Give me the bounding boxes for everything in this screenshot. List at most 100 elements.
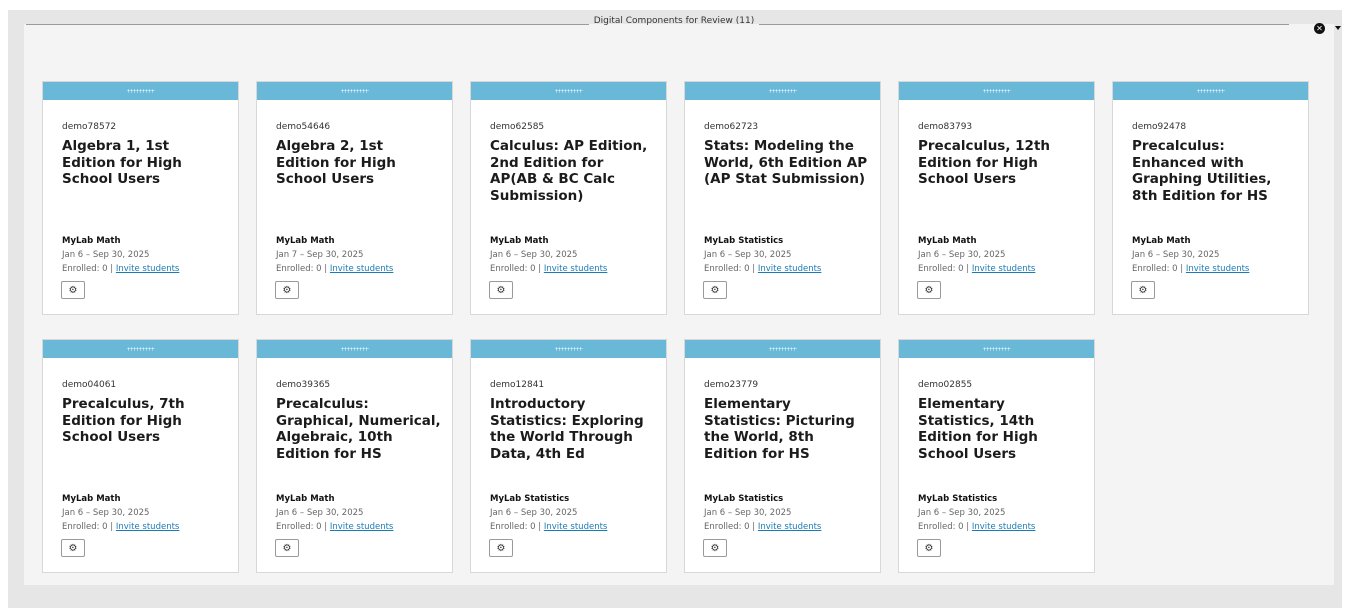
enrollment-line: Enrolled: 0 | Invite students — [276, 522, 393, 532]
card-drag-handle[interactable] — [899, 82, 1094, 100]
enroll-separator: | — [752, 522, 756, 532]
settings-button[interactable]: ⚙ — [917, 539, 941, 557]
product-name: MyLab Math — [1132, 236, 1191, 246]
invite-students-link[interactable]: Invite students — [116, 522, 179, 532]
course-card[interactable]: demo62723 Stats: Modeling the World, 6th… — [684, 81, 881, 315]
settings-button[interactable]: ⚙ — [61, 539, 85, 557]
course-code: demo62723 — [704, 122, 759, 132]
enroll-separator: | — [324, 264, 328, 274]
settings-button[interactable]: ⚙ — [1131, 281, 1155, 299]
enrollment-line: Enrolled: 0 | Invite students — [918, 522, 1035, 532]
course-title: Precalculus, 7th Edition for High School… — [62, 396, 185, 445]
drag-grip-icon — [768, 89, 797, 93]
course-title: Elementary Statistics, 14th Edition for … — [918, 396, 1038, 462]
gear-icon: ⚙ — [68, 284, 78, 296]
enrolled-count: Enrolled: 0 — [490, 264, 536, 274]
enroll-separator: | — [1180, 264, 1184, 274]
drag-grip-icon — [554, 347, 583, 351]
enrolled-count: Enrolled: 0 — [918, 522, 964, 532]
invite-students-link[interactable]: Invite students — [1186, 264, 1249, 274]
enroll-separator: | — [966, 522, 970, 532]
settings-button[interactable]: ⚙ — [703, 281, 727, 299]
course-code: demo83793 — [918, 122, 973, 132]
gear-icon: ⚙ — [1138, 284, 1148, 296]
drag-grip-icon — [982, 89, 1011, 93]
enrolled-count: Enrolled: 0 — [704, 522, 750, 532]
enrollment-line: Enrolled: 0 | Invite students — [918, 264, 1035, 274]
drag-grip-icon — [1196, 89, 1225, 93]
course-card[interactable]: demo62585 Calculus: AP Edition, 2nd Edit… — [470, 81, 667, 315]
invite-students-link[interactable]: Invite students — [758, 522, 821, 532]
section-header: Digital Components for Review (11) ✕ — [26, 14, 1341, 34]
gear-icon: ⚙ — [496, 542, 506, 554]
card-drag-handle[interactable] — [257, 340, 452, 358]
course-title: Introductory Statistics: Exploring the W… — [490, 396, 644, 462]
close-circle-icon[interactable]: ✕ — [1314, 22, 1325, 34]
course-card[interactable]: demo04061 Precalculus, 7th Edition for H… — [42, 339, 239, 573]
settings-button[interactable]: ⚙ — [61, 281, 85, 299]
card-drag-handle[interactable] — [43, 340, 238, 358]
course-code: demo12841 — [490, 380, 545, 390]
course-dates: Jan 6 – Sep 30, 2025 — [918, 250, 1006, 260]
settings-button[interactable]: ⚙ — [489, 281, 513, 299]
course-title: Precalculus: Enhanced with Graphing Util… — [1132, 138, 1272, 204]
card-drag-handle[interactable] — [685, 82, 880, 100]
course-dates: Jan 6 – Sep 30, 2025 — [1132, 250, 1220, 260]
course-code: demo04061 — [62, 380, 117, 390]
drag-grip-icon — [554, 89, 583, 93]
card-drag-handle[interactable] — [1113, 82, 1308, 100]
settings-button[interactable]: ⚙ — [703, 539, 727, 557]
enrolled-count: Enrolled: 0 — [704, 264, 750, 274]
product-name: MyLab Statistics — [704, 494, 784, 504]
course-card[interactable]: demo02855 Elementary Statistics, 14th Ed… — [898, 339, 1095, 573]
gear-icon: ⚙ — [68, 542, 78, 554]
invite-students-link[interactable]: Invite students — [544, 522, 607, 532]
invite-students-link[interactable]: Invite students — [972, 522, 1035, 532]
invite-students-link[interactable]: Invite students — [758, 264, 821, 274]
product-name: MyLab Math — [62, 494, 121, 504]
card-drag-handle[interactable] — [471, 340, 666, 358]
card-drag-handle[interactable] — [43, 82, 238, 100]
course-card[interactable]: demo39365 Precalculus: Graphical, Numeri… — [256, 339, 453, 573]
product-name: MyLab Math — [276, 236, 335, 246]
settings-button[interactable]: ⚙ — [917, 281, 941, 299]
invite-students-link[interactable]: Invite students — [544, 264, 607, 274]
gear-icon: ⚙ — [924, 542, 934, 554]
enrollment-line: Enrolled: 0 | Invite students — [490, 264, 607, 274]
gear-icon: ⚙ — [924, 284, 934, 296]
enrollment-line: Enrolled: 0 | Invite students — [1132, 264, 1249, 274]
gear-icon: ⚙ — [282, 542, 292, 554]
enroll-separator: | — [324, 522, 328, 532]
course-code: demo62585 — [490, 122, 545, 132]
product-name: MyLab Statistics — [704, 236, 784, 246]
course-card[interactable]: demo92478 Precalculus: Enhanced with Gra… — [1112, 81, 1309, 315]
caret-down-icon[interactable] — [1335, 26, 1341, 30]
enrolled-count: Enrolled: 0 — [62, 522, 108, 532]
invite-students-link[interactable]: Invite students — [330, 522, 393, 532]
course-dates: Jan 6 – Sep 30, 2025 — [704, 508, 792, 518]
card-drag-handle[interactable] — [685, 340, 880, 358]
product-name: MyLab Math — [490, 236, 549, 246]
product-name: MyLab Math — [276, 494, 335, 504]
settings-button[interactable]: ⚙ — [275, 281, 299, 299]
settings-button[interactable]: ⚙ — [275, 539, 299, 557]
course-card[interactable]: demo12841 Introductory Statistics: Explo… — [470, 339, 667, 573]
course-dates: Jan 6 – Sep 30, 2025 — [276, 508, 364, 518]
card-drag-handle[interactable] — [471, 82, 666, 100]
enrollment-line: Enrolled: 0 | Invite students — [62, 264, 179, 274]
course-card[interactable]: demo23779 Elementary Statistics: Picturi… — [684, 339, 881, 573]
invite-students-link[interactable]: Invite students — [330, 264, 393, 274]
course-card[interactable]: demo83793 Precalculus, 12th Edition for … — [898, 81, 1095, 315]
card-drag-handle[interactable] — [899, 340, 1094, 358]
drag-grip-icon — [768, 347, 797, 351]
settings-button[interactable]: ⚙ — [489, 539, 513, 557]
card-drag-handle[interactable] — [257, 82, 452, 100]
course-card[interactable]: demo54646 Algebra 2, 1st Edition for Hig… — [256, 81, 453, 315]
course-dates: Jan 6 – Sep 30, 2025 — [62, 250, 150, 260]
enrolled-count: Enrolled: 0 — [276, 522, 322, 532]
course-card[interactable]: demo78572 Algebra 1, 1st Edition for Hig… — [42, 81, 239, 315]
invite-students-link[interactable]: Invite students — [972, 264, 1035, 274]
enrollment-line: Enrolled: 0 | Invite students — [490, 522, 607, 532]
course-title: Precalculus, 12th Edition for High Schoo… — [918, 138, 1051, 187]
invite-students-link[interactable]: Invite students — [116, 264, 179, 274]
